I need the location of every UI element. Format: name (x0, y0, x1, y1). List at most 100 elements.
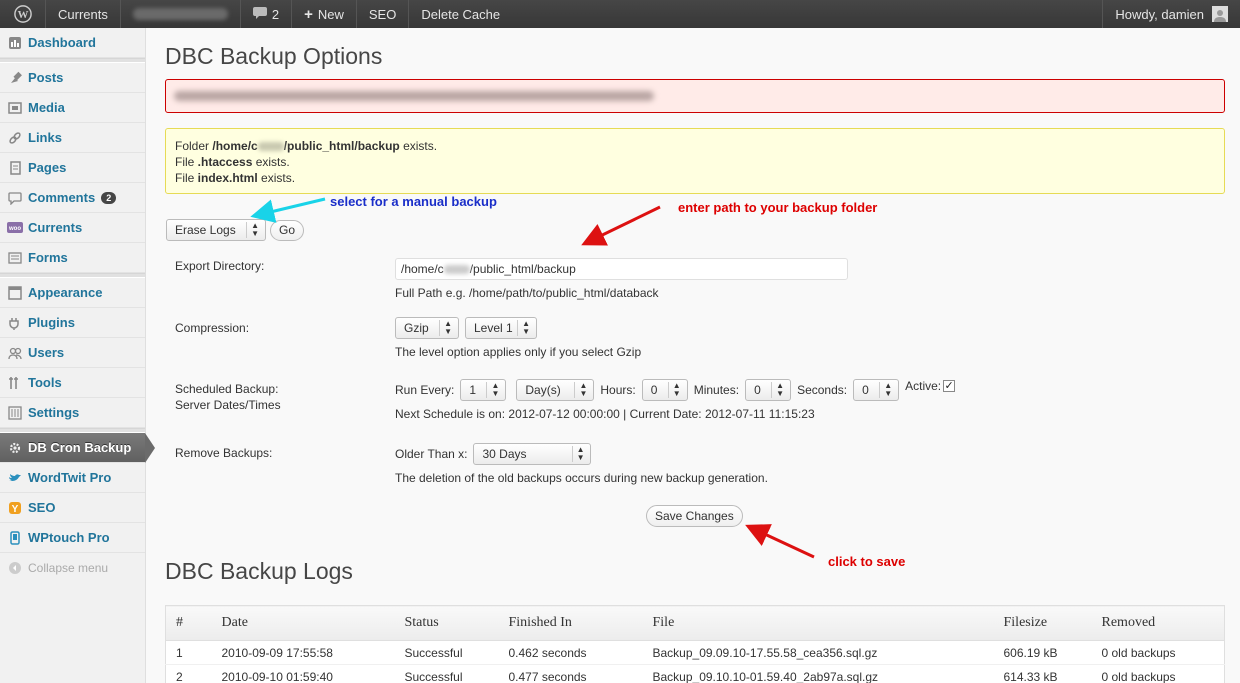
interval-unit-select[interactable]: Day(s) ▲ ▼ (516, 379, 595, 401)
plus-icon: + (304, 5, 313, 23)
wordpress-logo-icon[interactable]: W (0, 0, 46, 28)
seo-link[interactable]: SEO (357, 0, 410, 28)
run-every-select[interactable]: 1 ▲ ▼ (460, 379, 507, 401)
my-account-link[interactable]: Howdy, damien (1102, 0, 1240, 28)
table-cell: 614.33 kB (993, 664, 1092, 683)
gear-icon (7, 440, 23, 456)
sidebar-item-label: Appearance (28, 285, 103, 300)
select-arrows-icon: ▲ ▼ (574, 382, 587, 398)
compression-select[interactable]: Gzip ▲ ▼ (395, 317, 459, 339)
column-header: File (642, 605, 994, 641)
minutes-select[interactable]: 0 ▲ ▼ (745, 379, 792, 401)
table-header-row: # Date Status Finished In File Filesize … (165, 605, 1225, 641)
sidebar-item-label: DB Cron Backup (28, 440, 132, 455)
sidebar-item-label: Pages (28, 160, 67, 175)
sidebar-item-currents[interactable]: woo Currents (0, 213, 145, 243)
admin-sidebar: Dashboard Posts Media Links Pages Commen… (0, 28, 155, 683)
delete-cache-link[interactable]: Delete Cache (409, 0, 512, 28)
svg-text:W: W (17, 9, 28, 21)
schedule-field: Run Every: 1 ▲ ▼ Day(s) ▲ ▼ Hours: 0 ▲ ▼ Mi… (395, 379, 1215, 421)
go-button[interactable]: Go (270, 219, 305, 241)
sidebar-item-plugins[interactable]: Plugins (0, 308, 145, 338)
sidebar-item-links[interactable]: Links (0, 123, 145, 153)
sidebar-item-wptouch-pro[interactable]: WPtouch Pro (0, 523, 145, 553)
error-notice (165, 79, 1225, 113)
sidebar-item-pages[interactable]: Pages (0, 153, 145, 183)
active-label: Active: (905, 379, 942, 393)
blurred-text (443, 264, 470, 274)
avatar (1212, 6, 1228, 22)
compression-description: The level option applies only if you sel… (395, 345, 642, 359)
comments-count: 2 (271, 6, 280, 22)
column-header: Date (211, 605, 395, 641)
sidebar-item-label: Currents (28, 220, 83, 235)
new-content-link[interactable]: + New (292, 0, 357, 28)
page-title: DBC Backup Options (165, 43, 383, 69)
seo-icon: Y (7, 500, 23, 516)
sidebar-item-label: WPtouch Pro (28, 530, 110, 545)
sidebar-item-dashboard[interactable]: Dashboard (0, 28, 145, 58)
comments-badge: 2 (101, 191, 117, 204)
column-header: Status (394, 605, 499, 641)
table-row: 1 2010-09-09 17:55:58 Successful 0.462 s… (165, 640, 1225, 665)
collapse-arrow-icon (7, 560, 23, 576)
sidebar-item-db-cron-backup[interactable]: DB Cron Backup (0, 433, 155, 463)
logs-title: DBC Backup Logs (165, 558, 353, 584)
sidebar-item-comments[interactable]: Comments 2 (0, 183, 145, 213)
select-arrows-icon: ▲ ▼ (439, 320, 452, 336)
save-changes-button[interactable]: Save Changes (646, 505, 743, 527)
sidebar-item-appearance[interactable]: Appearance (0, 278, 145, 308)
column-header: Filesize (993, 605, 1092, 641)
hours-label: Hours: (600, 383, 636, 397)
sidebar-item-seo[interactable]: Y SEO (0, 493, 145, 523)
red-arrow-save (745, 524, 815, 559)
sidebar-item-users[interactable]: Users (0, 338, 145, 368)
sidebar-item-media[interactable]: Media (0, 93, 145, 123)
table-row: 2 2010-09-10 01:59:40 Successful 0.477 s… (165, 664, 1225, 683)
manual-action-row: Erase Logs ▲ ▼ Go (166, 219, 305, 241)
table-cell: 0.477 seconds (498, 664, 643, 683)
sidebar-item-tools[interactable]: Tools (0, 368, 145, 398)
collapse-menu-button[interactable]: Collapse menu (0, 553, 145, 583)
compression-label: Compression: (175, 321, 250, 335)
compression-field: Gzip ▲ ▼ Level 1 ▲ ▼ The level option appl… (395, 317, 1215, 359)
admin-bar: W Currents 2 + New SEO Delete Cache Howd… (0, 0, 1240, 28)
older-than-label: Older Than x: (395, 447, 468, 461)
sidebar-item-label: Dashboard (28, 35, 96, 50)
sidebar-item-wordtwit-pro[interactable]: WordTwit Pro (0, 463, 145, 493)
sidebar-item-forms[interactable]: Forms (0, 243, 145, 273)
main-content: DBC Backup Options Folder /home/c/public… (165, 28, 1225, 683)
remove-backups-label: Remove Backups: (175, 446, 273, 460)
settings-icon (7, 405, 23, 421)
comments-icon (7, 190, 23, 206)
bird-icon (7, 470, 23, 486)
select-arrows-icon: ▲ ▼ (571, 446, 584, 462)
select-arrows-icon: ▲ ▼ (667, 382, 681, 398)
sidebar-item-settings[interactable]: Settings (0, 398, 145, 428)
compression-level-select[interactable]: Level 1 ▲ ▼ (465, 317, 537, 339)
sidebar-item-label: Settings (28, 405, 80, 420)
table-cell: 1 (165, 640, 212, 665)
older-than-select[interactable]: 30 Days ▲ ▼ (473, 443, 592, 465)
collapse-menu-label: Collapse menu (28, 561, 109, 575)
site-name-link[interactable]: Currents (46, 0, 121, 28)
active-checkbox[interactable]: ✓ (943, 380, 956, 392)
sidebar-item-posts[interactable]: Posts (0, 63, 145, 93)
comments-link[interactable]: 2 (241, 0, 293, 28)
sidebar-item-label: SEO (28, 500, 56, 515)
phone-icon (7, 530, 23, 546)
pin-icon (7, 70, 23, 86)
sidebar-item-label: Tools (28, 375, 62, 390)
schedule-label: Scheduled Backup: Server Dates/Times (175, 382, 281, 412)
blurred-site-link[interactable] (121, 0, 241, 28)
select-arrows-icon: ▲ ▼ (879, 382, 892, 398)
table-cell: Backup_09.09.10-17.55.58_cea356.sql.gz (642, 640, 994, 665)
manual-action-select[interactable]: Erase Logs ▲ ▼ (166, 219, 266, 241)
red-arrow-path (581, 205, 661, 246)
notice-line-htaccess: File .htaccess exists. (175, 155, 290, 169)
export-directory-label: Export Directory: (175, 259, 265, 273)
seconds-select[interactable]: 0 ▲ ▼ (853, 379, 900, 401)
hours-select[interactable]: 0 ▲ ▼ (641, 379, 688, 401)
run-every-label: Run Every: (395, 383, 455, 397)
export-directory-input[interactable]: /home/c/public_html/backup (395, 258, 848, 280)
